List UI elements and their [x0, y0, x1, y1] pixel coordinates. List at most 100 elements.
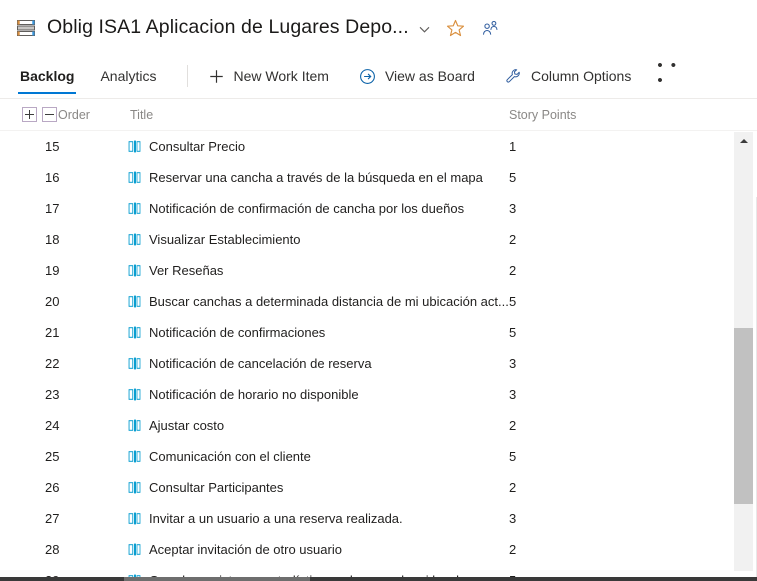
- tab-backlog-label: Backlog: [20, 68, 75, 84]
- expand-all-button[interactable]: [22, 107, 37, 122]
- column-header-story-points[interactable]: Story Points: [509, 108, 629, 122]
- row-order: 15: [45, 139, 60, 154]
- azure-devops-backlog-page: Oblig ISA1 Aplicacion de Lugares Depo...…: [0, 0, 757, 581]
- row-title-text[interactable]: Buscar canchas a determinada distancia d…: [149, 294, 509, 309]
- page-title[interactable]: Oblig ISA1 Aplicacion de Lugares Depo...: [47, 16, 409, 39]
- row-title-text[interactable]: Invitar a un usuario a una reserva reali…: [149, 511, 403, 526]
- backlog-grid: Order Title Story Points 15 Consultar Pr…: [0, 98, 757, 581]
- column-header-title[interactable]: Title: [126, 108, 509, 122]
- table-row[interactable]: 18 Visualizar Establecimiento 2: [0, 224, 757, 255]
- row-order: 19: [45, 263, 60, 278]
- column-options-button[interactable]: Column Options: [501, 60, 635, 92]
- toolbar-divider: [186, 65, 188, 87]
- table-row[interactable]: 22 Notificación de cancelación de reserv…: [0, 348, 757, 379]
- user-story-icon: [128, 543, 141, 556]
- row-title-text[interactable]: Notificación de confirmaciones: [149, 325, 325, 340]
- row-title-cell: Consultar Precio: [126, 139, 509, 154]
- table-row[interactable]: 15 Consultar Precio 1: [0, 131, 757, 162]
- new-work-item-button[interactable]: New Work Item: [204, 60, 333, 92]
- column-header-order[interactable]: Order: [0, 108, 126, 122]
- row-title-cell: Notificación de cancelación de reserva: [126, 356, 509, 371]
- view-as-board-label: View as Board: [384, 68, 475, 84]
- row-story-points: 5: [509, 170, 517, 185]
- user-story-icon: [128, 481, 141, 494]
- star-icon[interactable]: [446, 19, 465, 38]
- row-title-text[interactable]: Consultar Precio: [149, 139, 245, 154]
- user-story-icon: [128, 419, 141, 432]
- table-row[interactable]: 16 Reservar una cancha a través de la bú…: [0, 162, 757, 193]
- row-title-text[interactable]: Ajustar costo: [149, 418, 224, 433]
- row-title-cell: Visualizar Establecimiento: [126, 232, 509, 247]
- row-story-points: 5: [509, 449, 517, 464]
- user-story-icon: [128, 512, 141, 525]
- plus-icon: [208, 67, 226, 85]
- row-title-text[interactable]: Notificación de confirmación de cancha p…: [149, 201, 464, 216]
- row-story-points: 3: [509, 356, 517, 371]
- row-title-text[interactable]: Visualizar Establecimiento: [149, 232, 301, 247]
- user-story-icon: [128, 202, 141, 215]
- vertical-scrollbar-thumb[interactable]: [734, 328, 753, 504]
- row-title-text[interactable]: Comunicación con el cliente: [149, 449, 311, 464]
- row-title-cell: Notificación de confirmación de cancha p…: [126, 201, 509, 216]
- collapse-all-button[interactable]: [42, 107, 57, 122]
- row-order: 27: [45, 511, 60, 526]
- tab-analytics-label: Analytics: [100, 68, 157, 84]
- row-story-points: 2: [509, 232, 517, 247]
- row-order: 26: [45, 480, 60, 495]
- grid-body: 15 Consultar Precio 1 16 Reservar una ca…: [0, 131, 757, 581]
- horizontal-scrollbar-thumb[interactable]: [124, 577, 310, 581]
- row-title-text[interactable]: Aceptar invitación de otro usuario: [149, 542, 342, 557]
- scroll-up-arrow-icon[interactable]: [734, 132, 753, 150]
- horizontal-scrollbar[interactable]: [0, 577, 757, 581]
- wrench-icon: [505, 67, 523, 85]
- row-order: 23: [45, 387, 60, 402]
- row-story-points: 2: [509, 542, 517, 557]
- row-story-points: 3: [509, 511, 517, 526]
- more-commands-button[interactable]: • • •: [657, 58, 683, 90]
- column-options-label: Column Options: [530, 68, 632, 84]
- grid-expand-collapse-group: [22, 107, 57, 122]
- view-as-board-button[interactable]: View as Board: [355, 60, 479, 92]
- row-title-cell: Comunicación con el cliente: [126, 449, 509, 464]
- table-row[interactable]: 23 Notificación de horario no disponible…: [0, 379, 757, 410]
- row-title-cell: Ver Reseñas: [126, 263, 509, 278]
- row-story-points: 3: [509, 387, 517, 402]
- row-title-cell: Notificación de horario no disponible: [126, 387, 509, 402]
- new-work-item-label: New Work Item: [233, 68, 329, 84]
- table-row[interactable]: 24 Ajustar costo 2: [0, 410, 757, 441]
- table-row[interactable]: 26 Consultar Participantes 2: [0, 472, 757, 503]
- row-order: 28: [45, 542, 60, 557]
- table-row[interactable]: 27 Invitar a un usuario a una reserva re…: [0, 503, 757, 534]
- table-row[interactable]: 20 Buscar canchas a determinada distanci…: [0, 286, 757, 317]
- row-title-text[interactable]: Notificación de cancelación de reserva: [149, 356, 372, 371]
- tab-analytics[interactable]: Analytics: [98, 54, 158, 98]
- table-row[interactable]: 17 Notificación de confirmación de canch…: [0, 193, 757, 224]
- row-story-points: 3: [509, 201, 517, 216]
- row-title-cell: Buscar canchas a determinada distancia d…: [126, 294, 509, 309]
- arrow-circle-right-icon: [359, 67, 377, 85]
- row-order: 22: [45, 356, 60, 371]
- table-row[interactable]: 25 Comunicación con el cliente 5: [0, 441, 757, 472]
- row-title-cell: Invitar a un usuario a una reserva reali…: [126, 511, 509, 526]
- user-story-icon: [128, 388, 141, 401]
- table-row[interactable]: 21 Notificación de confirmaciones 5: [0, 317, 757, 348]
- table-row[interactable]: 19 Ver Reseñas 2: [0, 255, 757, 286]
- row-title-text[interactable]: Ver Reseñas: [149, 263, 223, 278]
- vertical-scrollbar[interactable]: [734, 132, 753, 571]
- tab-backlog[interactable]: Backlog: [18, 54, 77, 98]
- row-title-text[interactable]: Notificación de horario no disponible: [149, 387, 359, 402]
- row-story-points: 1: [509, 139, 517, 154]
- row-title-cell: Aceptar invitación de otro usuario: [126, 542, 509, 557]
- backlog-toolbar: Backlog Analytics New Work Item View as …: [0, 54, 757, 98]
- row-order: 16: [45, 170, 60, 185]
- table-row[interactable]: 28 Aceptar invitación de otro usuario 2: [0, 534, 757, 565]
- team-members-icon[interactable]: [481, 19, 500, 38]
- user-story-icon: [128, 357, 141, 370]
- row-title-cell: Notificación de confirmaciones: [126, 325, 509, 340]
- row-title-text[interactable]: Reservar una cancha a través de la búsqu…: [149, 170, 483, 185]
- row-story-points: 5: [509, 325, 517, 340]
- chevron-down-icon[interactable]: [418, 23, 431, 36]
- row-story-points: 2: [509, 263, 517, 278]
- row-title-text[interactable]: Consultar Participantes: [149, 480, 283, 495]
- row-order: 24: [45, 418, 60, 433]
